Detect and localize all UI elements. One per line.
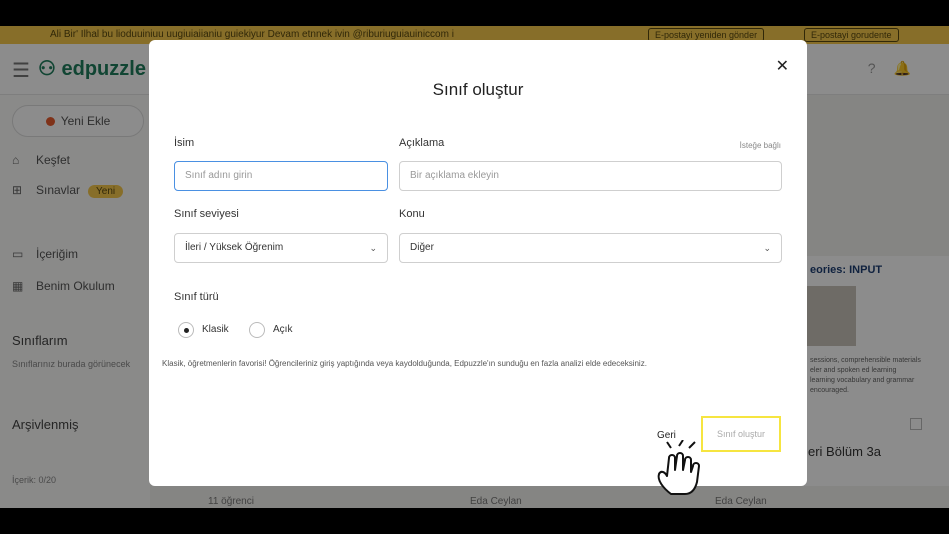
close-icon[interactable]: ✕: [776, 56, 789, 76]
create-class-dialog: ✕ Sınıf oluştur İsim Sınıf adını girin A…: [149, 40, 807, 495]
class-name-input[interactable]: Sınıf adını girin: [174, 161, 388, 191]
description-label: Açıklama: [399, 137, 445, 149]
level-select[interactable]: İleri / Yüksek Öğrenim ⌄: [174, 233, 388, 263]
class-type-label: Sınıf türü: [174, 291, 219, 303]
open-label[interactable]: Açık: [273, 324, 292, 335]
level-label: Sınıf seviyesi: [174, 208, 239, 220]
dialog-title: Sınıf oluştur: [432, 80, 524, 99]
classic-label[interactable]: Klasik: [202, 324, 229, 335]
description-input[interactable]: Bir açıklama ekleyin: [399, 161, 782, 191]
chevron-down-icon: ⌄: [369, 243, 377, 253]
chevron-down-icon: ⌄: [763, 243, 771, 253]
optional-label: İsteğe bağlı: [739, 141, 781, 150]
create-class-button[interactable]: Sınıf oluştur: [701, 416, 781, 452]
subject-select[interactable]: Diğer ⌄: [399, 233, 782, 263]
subject-label: Konu: [399, 208, 425, 220]
name-label: İsim: [174, 137, 195, 149]
class-type-description: Klasik, öğretmenlerin favorisi! Öğrencil…: [162, 359, 647, 368]
radio-classic[interactable]: [178, 322, 194, 338]
radio-open[interactable]: [249, 322, 265, 338]
pointer-hand-icon: [657, 440, 700, 495]
